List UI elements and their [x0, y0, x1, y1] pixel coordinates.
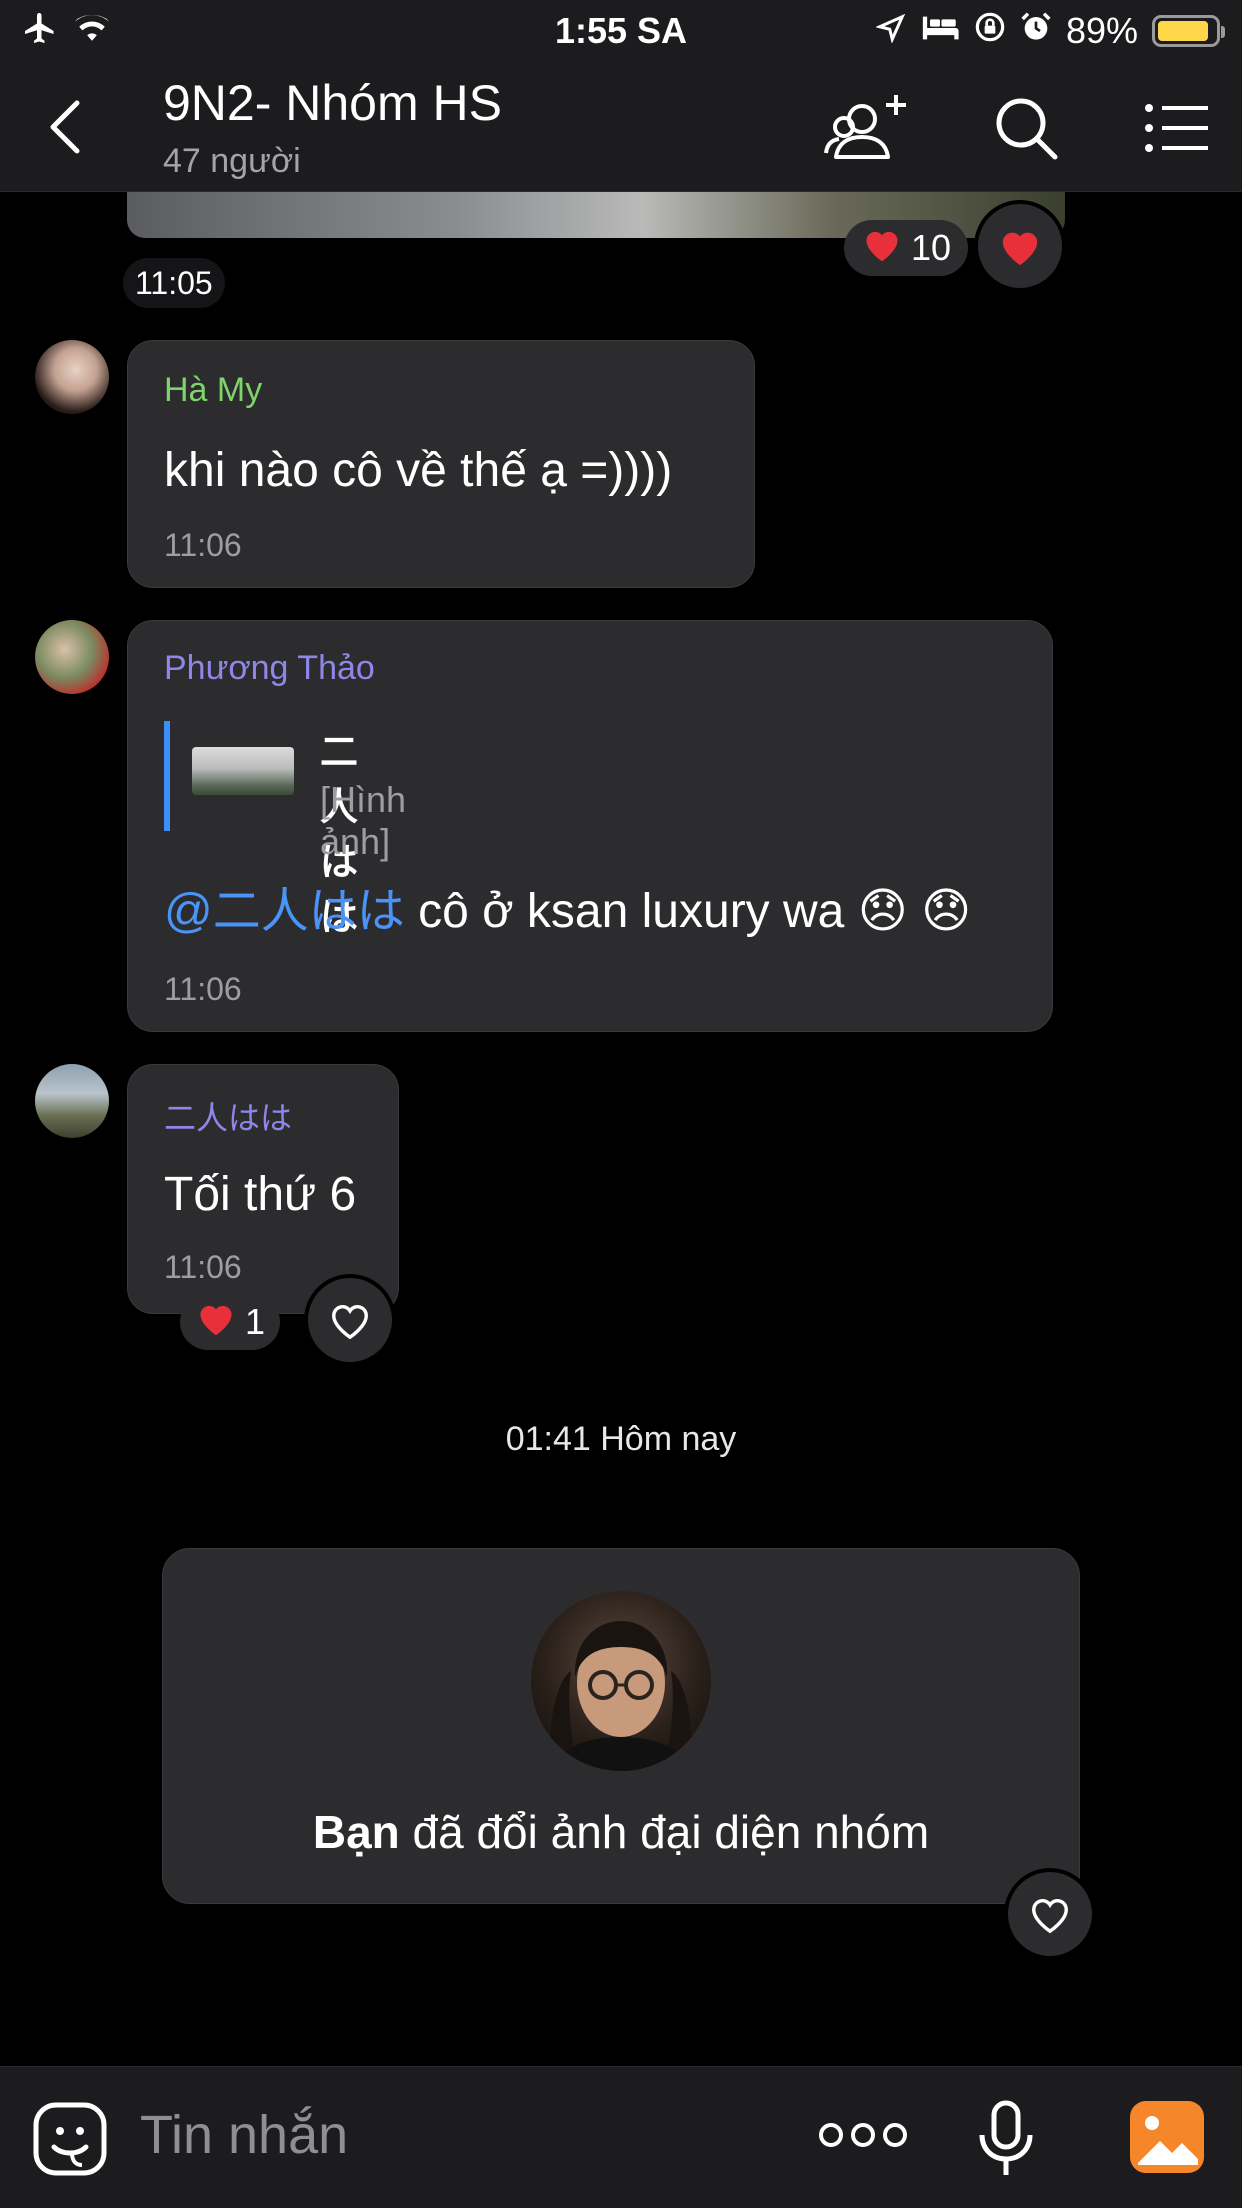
- heart-emoji-icon: [861, 225, 903, 272]
- message-text: Tối thứ 6: [164, 1168, 357, 1221]
- heart-outline-icon: [332, 1304, 368, 1340]
- more-options-button[interactable]: [818, 2115, 908, 2155]
- message-bubble[interactable]: Phương Thảo 二人はは [Hình ảnh] @二人はは cô ở k…: [127, 620, 1053, 1032]
- battery-percent: 89%: [1065, 10, 1138, 51]
- reaction-count: 10: [910, 227, 952, 268]
- group-title[interactable]: 9N2- Nhóm HS: [163, 74, 502, 132]
- chat-header: 9N2- Nhóm HS 47 người: [0, 62, 1242, 192]
- back-button[interactable]: [30, 92, 100, 162]
- message-body: cô ở ksan luxury wa 😞 😞: [404, 885, 972, 938]
- search-button[interactable]: [981, 90, 1071, 166]
- rotation-lock-icon: [974, 10, 1006, 52]
- reaction-summary[interactable]: 10: [844, 220, 968, 276]
- sticker-button[interactable]: [32, 2101, 108, 2177]
- mention-link[interactable]: @二人はは: [164, 885, 405, 938]
- message-bubble[interactable]: Hà My khi nào cô về thế ạ =)))) 11:06: [127, 340, 755, 588]
- add-member-icon: [824, 95, 906, 159]
- back-chevron-icon: [50, 100, 80, 154]
- sender-name[interactable]: Phương Thảo: [164, 649, 375, 688]
- react-heart-button[interactable]: [1008, 1872, 1092, 1956]
- message-text: khi nào cô về thế ạ =)))): [164, 444, 673, 497]
- message-time: 11:06: [164, 527, 242, 563]
- alarm-icon: [1020, 10, 1052, 52]
- location-icon: [875, 10, 906, 52]
- microphone-icon: [979, 2100, 1033, 2175]
- message-bubble[interactable]: 二人はは Tối thứ 6 11:06: [127, 1064, 399, 1314]
- heart-outline-icon: [1032, 1898, 1068, 1934]
- actor-name: Bạn: [312, 1806, 400, 1858]
- avatar-nininhaha[interactable]: [35, 1064, 109, 1138]
- quoted-image-thumbnail: [192, 747, 294, 795]
- quoted-type: [Hình ảnh]: [320, 779, 407, 862]
- member-count[interactable]: 47 người: [163, 142, 301, 181]
- system-notification-text: Bạn đã đổi ảnh đại diện nhóm: [163, 1805, 1079, 1859]
- sticker-emoji-icon: [33, 2102, 107, 2176]
- menu-list-icon: [1145, 104, 1208, 152]
- status-bar: 1:55 SA 89%: [0, 0, 1242, 62]
- voice-message-button[interactable]: [978, 2099, 1034, 2179]
- gallery-button[interactable]: [1128, 2099, 1206, 2175]
- notification-body: đã đổi ảnh đại diện nhóm: [399, 1806, 930, 1858]
- message-text: @二人はは cô ở ksan luxury wa 😞 😞: [164, 871, 971, 941]
- heart-filled-icon: [1002, 232, 1038, 266]
- quoted-message[interactable]: 二人はは [Hình ảnh]: [164, 721, 406, 939]
- system-notification-card[interactable]: Bạn đã đổi ảnh đại diện nhóm: [162, 1548, 1080, 1904]
- react-heart-button[interactable]: [978, 204, 1062, 288]
- search-icon: [996, 98, 1058, 160]
- date-separator: 01:41 Hôm nay: [505, 1420, 737, 1458]
- reaction-count: 1: [244, 1301, 266, 1342]
- message-time: 11:05: [123, 258, 225, 308]
- battery-icon: [1152, 15, 1225, 47]
- message-time: 11:06: [164, 971, 242, 1007]
- avatar-ha-my[interactable]: [35, 340, 109, 414]
- more-dots-icon: [819, 2123, 907, 2147]
- composer-bar: [0, 2066, 1242, 2208]
- sender-name[interactable]: Hà My: [164, 371, 262, 410]
- avatar-phuong-thao[interactable]: [35, 620, 109, 694]
- sender-name[interactable]: 二人はは: [164, 1093, 292, 1139]
- group-avatar[interactable]: [531, 1591, 711, 1771]
- add-member-button[interactable]: [822, 90, 912, 166]
- bed-icon: [920, 10, 960, 52]
- message-time: 11:06: [164, 1249, 242, 1285]
- heart-emoji-icon: [195, 1299, 237, 1346]
- reaction-summary[interactable]: 1: [180, 1294, 280, 1350]
- gallery-photo-icon: [1130, 2101, 1204, 2173]
- menu-button[interactable]: [1132, 90, 1222, 166]
- message-input[interactable]: [140, 2095, 760, 2175]
- react-heart-button[interactable]: [308, 1278, 392, 1362]
